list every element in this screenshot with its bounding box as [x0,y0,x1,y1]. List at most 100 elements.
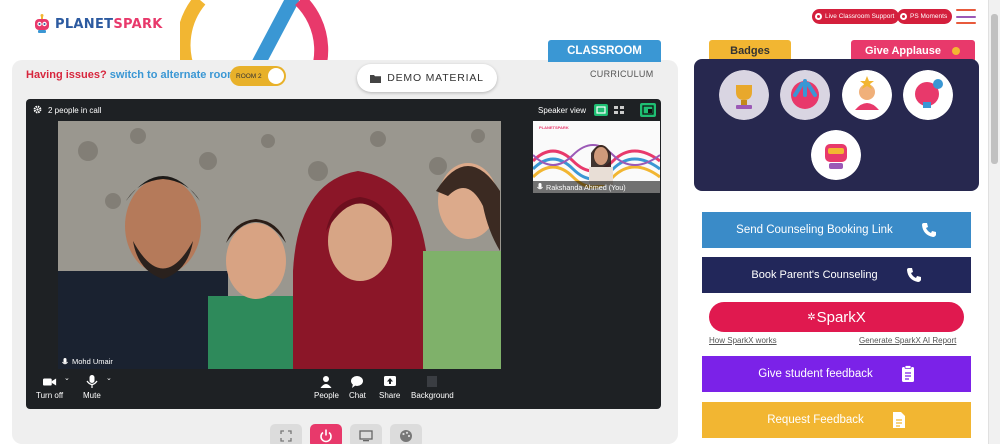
chat-icon [351,376,364,388]
robot-logo-icon [35,14,49,33]
mic-icon [537,183,543,190]
demo-material-label: DEMO MATERIAL [387,72,484,84]
video-camera-icon [42,378,56,386]
screen-button[interactable] [350,424,382,444]
video-call: 2 people in call Speaker view Mohd Umair… [26,99,661,409]
demo-material-button[interactable]: DEMO MATERIAL [357,64,497,92]
sparkx-button[interactable]: ✲ SparkX [709,302,964,332]
mic-icon [62,357,68,364]
camera-options-chevron[interactable]: ⌄ [64,374,70,382]
microphone-icon [86,375,98,388]
people-count: 2 people in call [48,106,102,115]
power-icon [320,429,332,443]
chevron-down-icon: ⌄ [64,375,70,382]
speaker-view-icon[interactable] [594,104,608,116]
grid-view-icon[interactable] [612,104,626,116]
book-parent-counseling-button[interactable]: Book Parent's Counseling [702,257,971,293]
issue-notice: Having issues? switch to alternate room [26,69,237,81]
issue-text: Having issues? [26,69,107,81]
logo-text-planet: PLANET [55,16,114,32]
robot-badge[interactable] [811,130,861,180]
book-parent-label: Book Parent's Counseling [751,269,878,281]
tab-curriculum[interactable]: CURRICULUM [590,69,654,79]
give-applause-label: Give Applause [864,44,941,57]
logo-text-spark: SPARK [113,16,163,32]
monitor-icon [359,430,373,442]
self-participant-tag: Rakshanda Ahmed (You) [533,181,660,193]
bottom-toolbar [270,424,422,444]
call-controls: Turn off ⌄ Mute ⌄ People Chat Share Back… [26,371,661,409]
fullscreen-button[interactable] [270,424,302,444]
alternate-room-link[interactable]: switch to alternate room [110,69,237,81]
speaker-view-label: Speaker view [538,106,587,115]
request-feedback-label: Request Feedback [767,414,864,426]
student-feedback-label: Give student feedback [758,368,873,380]
clap-icon [952,46,960,55]
self-participant-name: Rakshanda Ahmed (You) [546,182,626,192]
share-label: Share [379,391,401,400]
participant-video-image [58,121,501,369]
ps-moments-button[interactable]: PS Moments [897,9,953,24]
moments-dot-icon [900,13,907,20]
live-support-button[interactable]: Live Classroom Support [812,9,900,24]
live-dot-icon [815,13,822,20]
team-hands-badge[interactable] [780,70,830,120]
generate-sparkx-report-link[interactable]: Generate SparkX AI Report [859,336,956,345]
mic-options-chevron[interactable]: ⌄ [106,374,112,382]
palette-icon [400,430,412,442]
clipboard-icon [901,365,914,382]
people-button[interactable]: People [314,375,339,400]
chat-label: Chat [349,391,366,400]
pip-view-icon[interactable] [640,103,656,117]
background-label: Background [411,391,454,400]
badges-panel [694,59,979,191]
camera-toggle-button[interactable]: Turn off [36,375,63,400]
call-header: 2 people in call Speaker view [26,99,661,121]
room-toggle-label: ROOM 2 [236,72,262,80]
phone-icon [906,268,921,282]
scrollbar-thumb[interactable] [991,14,998,164]
svg-text:PLANETSPARK: PLANETSPARK [539,125,569,130]
main-participant-name: Mohd Umair [72,357,113,366]
give-student-feedback-button[interactable]: Give student feedback [702,356,971,392]
room-toggle[interactable]: ROOM 2 [230,66,286,86]
send-counseling-link-button[interactable]: Send Counseling Booking Link [702,212,971,248]
live-support-label: Live Classroom Support [825,13,895,20]
camera-label: Turn off [36,391,64,400]
lightbulb-badge[interactable] [903,70,953,120]
trophy-badge[interactable] [719,70,769,120]
give-applause-tab[interactable]: Give Applause [851,40,975,61]
main-video-feed[interactable] [58,121,501,369]
request-feedback-button[interactable]: Request Feedback [702,402,971,438]
background-icon [427,376,438,387]
planetspark-logo[interactable]: PLANETSPARK [33,14,163,34]
share-screen-icon [383,376,396,386]
mute-label: Mute [83,391,101,400]
phone-icon [921,223,936,237]
hamburger-menu-icon[interactable] [956,9,976,24]
fullscreen-icon [280,430,292,442]
people-icon [320,376,332,388]
mute-button[interactable]: Mute [83,375,101,400]
chat-button[interactable]: Chat [349,375,366,400]
superstar-badge[interactable] [842,70,892,120]
sparkx-gear-icon: ✲ [807,311,816,323]
background-button[interactable]: Background [411,375,454,400]
gear-icon[interactable] [33,105,42,114]
document-icon [892,412,905,428]
page-scrollbar[interactable] [988,0,1000,444]
folder-icon [370,74,382,83]
sparkx-label: SparkX [816,308,866,326]
toggle-knob [268,68,284,84]
tab-badges[interactable]: Badges [709,40,791,61]
how-sparkx-works-link[interactable]: How SparkX works [709,336,777,345]
palette-button[interactable] [390,424,422,444]
people-label: People [314,391,339,400]
main-participant-tag: Mohd Umair [62,357,113,366]
end-class-button[interactable] [310,424,342,444]
tab-classroom[interactable]: CLASSROOM [548,40,661,62]
send-counseling-label: Send Counseling Booking Link [736,224,893,236]
chevron-down-icon: ⌄ [106,375,112,382]
share-button[interactable]: Share [379,375,400,400]
ps-moments-label: PS Moments [910,13,948,20]
